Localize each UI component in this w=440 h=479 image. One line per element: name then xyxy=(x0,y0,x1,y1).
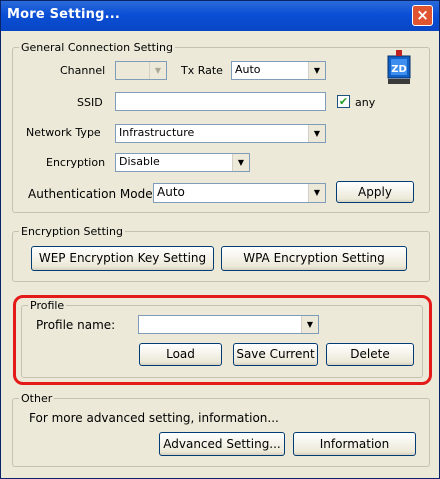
ssid-label: SSID xyxy=(77,96,103,109)
encryption-setting-legend: Encryption Setting xyxy=(21,225,123,238)
auth-mode-value: Auto xyxy=(157,185,185,199)
network-type-label: Network Type xyxy=(26,126,101,139)
chevron-down-icon: ▼ xyxy=(308,62,325,79)
encryption-select[interactable]: Disable ▼ xyxy=(115,153,250,172)
general-connection-legend: General Connection Setting xyxy=(21,41,173,54)
wpa-setting-button[interactable]: WPA Encryption Setting xyxy=(221,246,407,271)
txrate-label: Tx Rate xyxy=(181,64,223,77)
more-setting-dialog: More Setting... × General Connection Set… xyxy=(0,0,440,479)
any-checkbox[interactable]: ✔ xyxy=(337,95,350,108)
channel-select[interactable]: ▼ xyxy=(115,61,167,80)
close-icon: × xyxy=(416,6,429,24)
information-button[interactable]: Information xyxy=(293,432,416,456)
title-bar[interactable]: More Setting... × xyxy=(1,1,439,31)
network-type-select[interactable]: Infrastructure ▼ xyxy=(115,124,326,143)
ssid-input[interactable] xyxy=(115,92,326,111)
close-button[interactable]: × xyxy=(412,5,433,26)
auth-mode-select[interactable]: Auto ▼ xyxy=(153,183,326,203)
other-legend: Other xyxy=(21,392,53,405)
encryption-label: Encryption xyxy=(46,156,106,169)
any-label: any xyxy=(355,96,376,109)
auth-mode-label: Authentication Mode xyxy=(28,187,153,201)
encryption-value: Disable xyxy=(119,155,160,168)
wep-key-setting-button[interactable]: WEP Encryption Key Setting xyxy=(31,246,214,271)
txrate-value: Auto xyxy=(235,63,261,76)
other-description: For more advanced setting, information..… xyxy=(29,411,279,425)
txrate-select[interactable]: Auto ▼ xyxy=(231,61,326,80)
apply-button[interactable]: Apply xyxy=(336,181,414,203)
chevron-down-icon: ▼ xyxy=(232,154,249,171)
advanced-setting-button[interactable]: Advanced Setting... xyxy=(159,432,285,456)
channel-label: Channel xyxy=(60,64,106,77)
svg-text:ZD: ZD xyxy=(391,64,407,75)
chevron-down-icon: ▼ xyxy=(308,184,325,202)
chevron-down-icon: ▼ xyxy=(149,62,166,79)
chevron-down-icon: ▼ xyxy=(308,125,325,142)
network-type-value: Infrastructure xyxy=(119,126,195,139)
window-title: More Setting... xyxy=(7,7,121,22)
profile-highlight-frame xyxy=(13,295,432,385)
zd-wireless-icon: ZD xyxy=(387,50,411,84)
